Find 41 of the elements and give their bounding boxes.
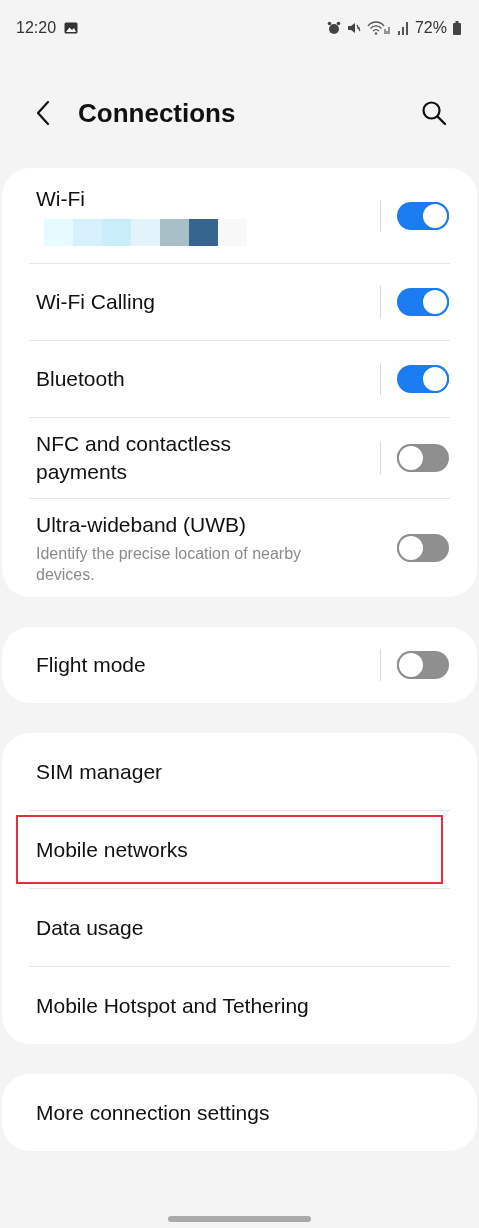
setting-label: SIM manager <box>36 758 163 785</box>
settings-row[interactable]: Ultra-wideband (UWB) Identify the precise location of nearby devices. <box>2 499 477 597</box>
settings-row[interactable]: Flight mode <box>2 627 477 703</box>
setting-label: NFC and contactless payments <box>36 431 232 485</box>
toggle-switch[interactable] <box>397 444 449 472</box>
settings-row[interactable]: More connection settings <box>2 1074 477 1151</box>
setting-label: Wi-Fi <box>36 186 86 212</box>
setting-label: Bluetooth <box>36 366 126 392</box>
search-icon[interactable] <box>421 100 447 126</box>
image-icon <box>64 22 79 34</box>
toggle-switch[interactable] <box>397 288 449 316</box>
setting-label: Data usage <box>36 914 144 941</box>
toggle-switch[interactable] <box>397 534 449 562</box>
settings-row[interactable]: Data usage <box>2 889 477 966</box>
setting-label: Mobile Hotspot and Tethering <box>36 992 309 1019</box>
settings-row[interactable]: Wi-Fi Calling <box>2 264 477 340</box>
settings-row[interactable]: Bluetooth <box>2 341 477 417</box>
setting-label: Ultra-wideband (UWB) <box>36 512 248 538</box>
toggle-switch[interactable] <box>397 651 449 679</box>
settings-row[interactable]: Mobile Hotspot and Tethering <box>2 967 477 1044</box>
setting-label: Flight mode <box>36 652 147 678</box>
settings-row[interactable]: NFC and contactless payments <box>2 418 477 498</box>
setting-label: Wi-Fi Calling <box>36 289 156 315</box>
back-icon[interactable] <box>36 100 50 126</box>
navigation-handle[interactable] <box>168 1216 311 1222</box>
setting-label: Mobile networks <box>36 836 188 863</box>
status-time: 12:20 <box>16 19 57 37</box>
setting-label: More connection settings <box>36 1099 270 1126</box>
toggle-switch[interactable] <box>397 201 449 230</box>
settings-row[interactable]: SIM manager <box>2 733 477 810</box>
wifi-icon <box>366 21 391 35</box>
alarm-icon <box>326 21 341 35</box>
settings-row[interactable]: Wi-Fi <box>2 168 477 263</box>
battery-icon <box>453 21 461 35</box>
battery-percentage: 72% <box>414 19 447 37</box>
toggle-switch[interactable] <box>397 365 449 393</box>
mute-icon <box>346 21 361 35</box>
settings-row[interactable]: Mobile networks <box>12 811 447 888</box>
setting-description: Identify the precise location of nearby devices. <box>36 544 303 585</box>
page-title: Connections <box>78 97 236 129</box>
signal-icon <box>396 21 409 35</box>
